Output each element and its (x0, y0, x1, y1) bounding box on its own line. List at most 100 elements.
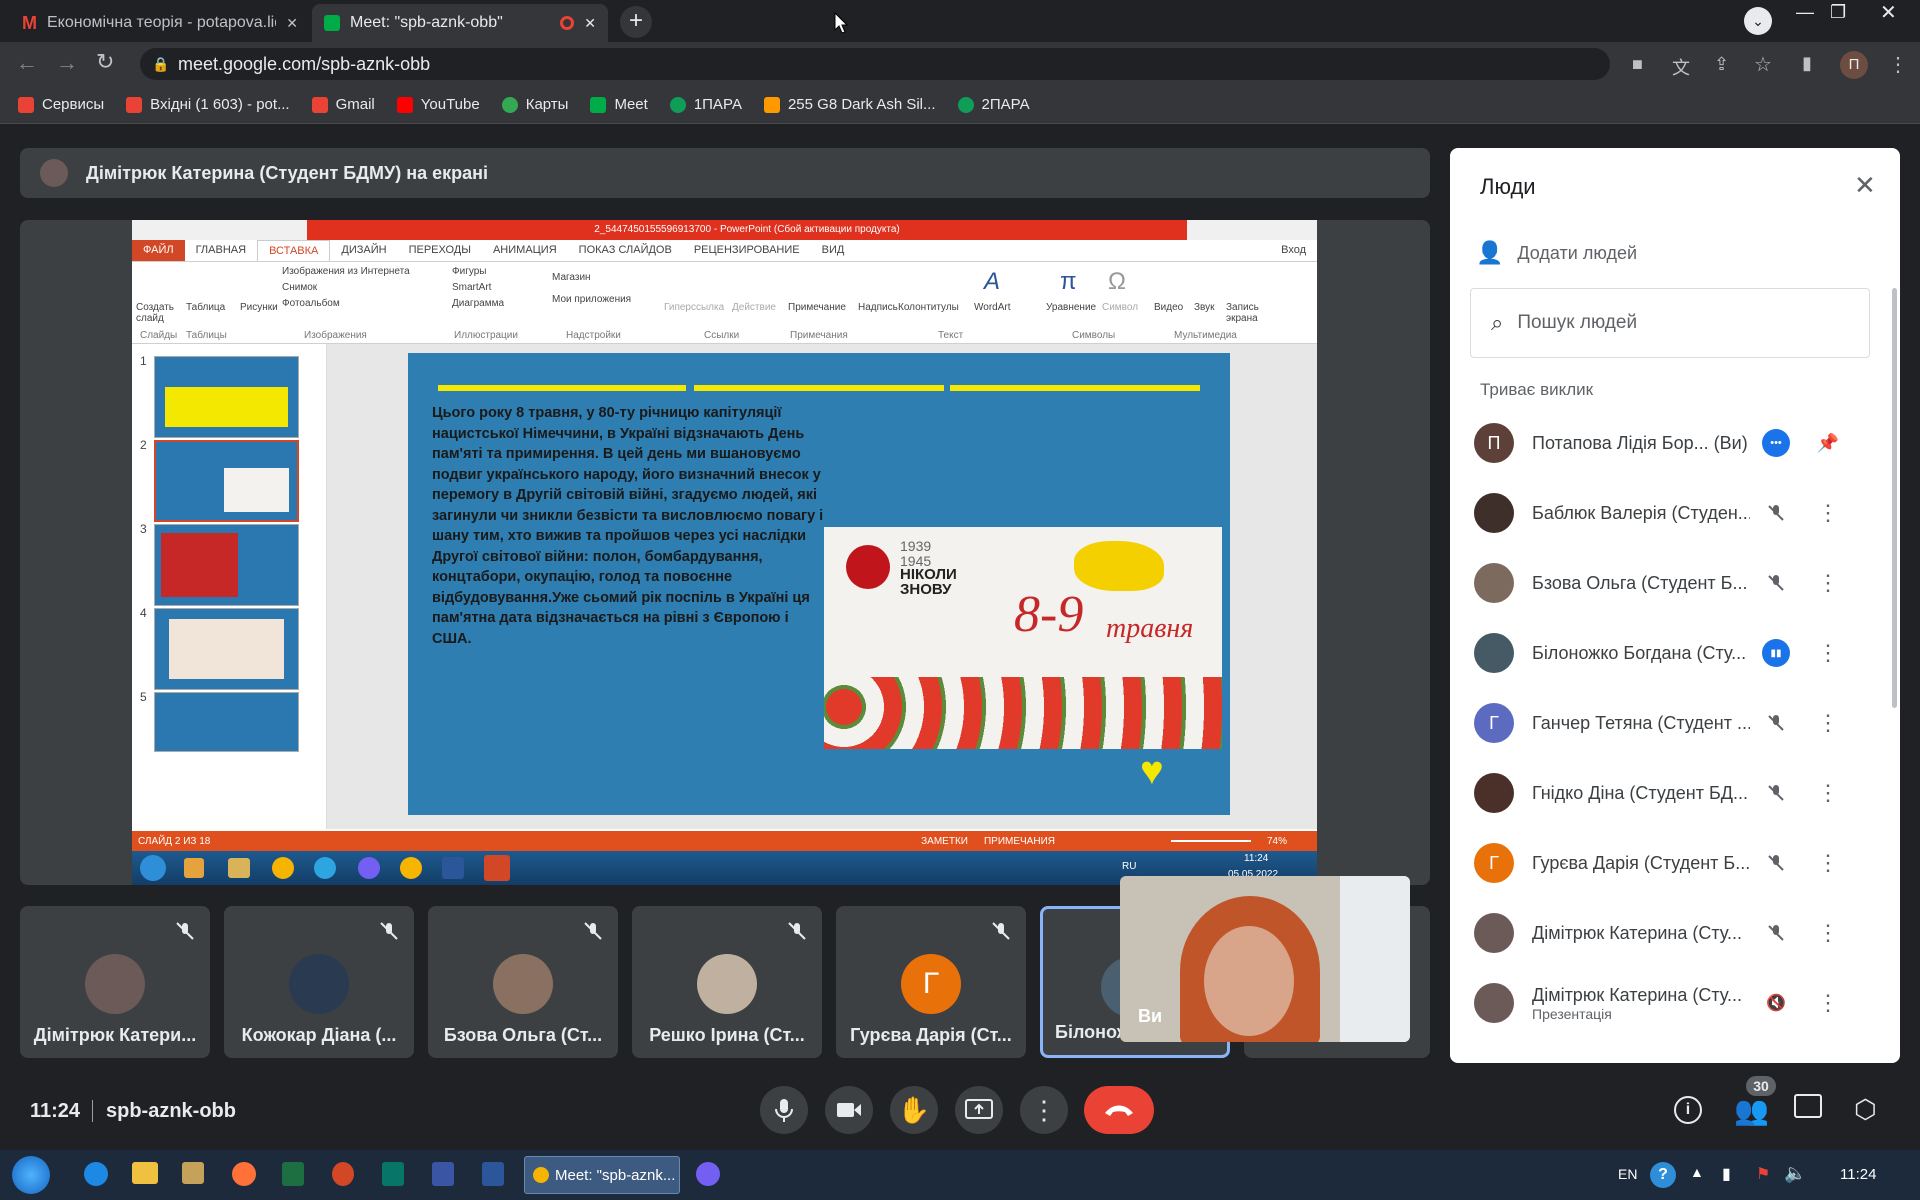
participant-tile[interactable]: Решко Ірина (Ст... (632, 906, 822, 1058)
ribbon-symbol[interactable]: Символ (1102, 302, 1138, 313)
excel-icon[interactable] (282, 1162, 304, 1186)
viber-icon[interactable] (696, 1162, 720, 1186)
camera-icon[interactable]: ■ (1632, 54, 1643, 75)
add-people-button[interactable]: 👤 Додати людей (1476, 240, 1637, 266)
menu-icon[interactable]: ⋮ (1888, 52, 1908, 77)
ppt-menu-transitions[interactable]: ПЕРЕХОДЫ (398, 240, 482, 261)
ribbon-video[interactable]: Видео (1154, 302, 1183, 313)
participant-tile[interactable]: Дімітрюк Катери... (20, 906, 210, 1058)
people-icon[interactable]: 👥 (1734, 1094, 1769, 1127)
panel-scrollbar[interactable] (1892, 288, 1897, 708)
bookmark-youtube[interactable]: YouTube (396, 96, 480, 113)
more-vert-icon[interactable]: ⋮ (1816, 990, 1840, 1016)
network-icon[interactable]: ▮ (1722, 1164, 1731, 1184)
publisher-icon[interactable] (382, 1162, 404, 1186)
participant-row[interactable]: Г Ганчер Тетяна (Студент ... ⋮ (1450, 688, 1900, 758)
more-vert-icon[interactable]: ⋮ (1816, 500, 1840, 526)
ppt-menu-home[interactable]: ГЛАВНАЯ (185, 240, 257, 261)
pin-icon[interactable]: 📌 (1816, 433, 1840, 454)
sidepanel-icon[interactable]: ▮ (1802, 53, 1812, 74)
ribbon-photo-album[interactable]: Фотоальбом (282, 298, 340, 309)
more-vert-icon[interactable]: ⋮ (1816, 920, 1840, 946)
forward-icon[interactable]: → (56, 50, 78, 76)
mic-button[interactable] (760, 1086, 808, 1134)
ribbon-screenshot[interactable]: Снимок (282, 282, 317, 293)
participant-tile[interactable]: Г Гурєва Дарія (Ст... (836, 906, 1026, 1058)
bookmark-gmail[interactable]: Gmail (311, 96, 375, 113)
bookmark-inbox[interactable]: Вхідні (1 603) - pot... (126, 96, 290, 113)
ribbon-online-pictures[interactable]: Изображения из Интернета (282, 266, 410, 277)
visio-icon[interactable] (432, 1162, 454, 1186)
powerpoint-icon[interactable] (332, 1162, 354, 1186)
tab-search-icon[interactable]: ⌄ (1744, 7, 1772, 35)
help-icon[interactable]: ? (1650, 1162, 1676, 1188)
ribbon-pictures[interactable]: Рисунки (240, 302, 278, 313)
ribbon-my-apps[interactable]: Мои приложения (552, 294, 631, 305)
more-vert-icon[interactable]: ⋮ (1816, 780, 1840, 806)
ppt-menu-slideshow[interactable]: ПОКАЗ СЛАЙДОВ (568, 240, 683, 261)
more-vert-icon[interactable]: ⋮ (1816, 850, 1840, 876)
more-vert-icon[interactable]: ⋮ (1816, 570, 1840, 596)
slide-thumbnail-5[interactable] (154, 692, 299, 752)
ribbon-equation[interactable]: Уравнение (1046, 302, 1096, 313)
bookmark-services[interactable]: Сервисы (18, 96, 104, 113)
chat-icon[interactable] (1794, 1094, 1822, 1118)
participant-row[interactable]: Г Гурєва Дарія (Студент Б... ⋮ (1450, 828, 1900, 898)
ribbon-screen-recording[interactable]: Запись экрана (1226, 302, 1266, 324)
media-player-icon[interactable] (182, 1162, 204, 1184)
tray-arrow-icon[interactable]: ▲ (1690, 1164, 1704, 1180)
ppt-menu-animation[interactable]: АНИМАЦИЯ (482, 240, 568, 261)
tab-economics[interactable]: M Економічна теорія - potapova.lid ✕ (10, 4, 310, 42)
star-icon[interactable]: ☆ (1754, 52, 1772, 77)
tab-meet[interactable]: Meet: "spb-aznk-obb" ✕ (312, 4, 608, 42)
ribbon-textbox[interactable]: Надпись (858, 302, 898, 313)
slide-body-text[interactable]: Цього року 8 травня, у 80-ту річницю кап… (432, 403, 832, 649)
ribbon-wordart[interactable]: WordArt (974, 302, 1011, 313)
participant-row[interactable]: Дімітрюк Катерина (Сту... Презентація 🔇 ⋮ (1450, 968, 1900, 1038)
ppt-menu-view[interactable]: ВИД (811, 240, 856, 261)
start-orb-icon[interactable] (12, 1156, 50, 1194)
present-button[interactable] (955, 1086, 1003, 1134)
participant-row[interactable]: Гнідко Діна (Студент БД... ⋮ (1450, 758, 1900, 828)
ppt-menu-insert[interactable]: ВСТАВКА (257, 240, 331, 261)
more-vert-icon[interactable]: ⋮ (1816, 710, 1840, 736)
zoom-slider[interactable] (1170, 840, 1251, 842)
url-text[interactable]: meet.google.com/spb-aznk-obb (178, 54, 430, 75)
participant-row[interactable]: Дімітрюк Катерина (Сту... ⋮ (1450, 898, 1900, 968)
participant-tile[interactable]: Бзова Ольга (Ст... (428, 906, 618, 1058)
close-icon[interactable]: ✕ (584, 15, 596, 32)
close-icon[interactable]: ✕ (1854, 170, 1876, 201)
participant-row[interactable]: П Потапова Лідія Бор... (Ви) ••• 📌 (1450, 408, 1900, 478)
ribbon-store[interactable]: Магазин (552, 272, 591, 283)
activities-icon[interactable]: ⬡ (1854, 1094, 1877, 1125)
ie-icon[interactable] (84, 1162, 108, 1186)
slide-thumbnail-1[interactable] (154, 356, 299, 438)
ribbon-header-footer[interactable]: Колонтитулы (898, 302, 959, 313)
ribbon-audio[interactable]: Звук (1194, 302, 1215, 313)
ribbon-comment[interactable]: Примечание (788, 302, 846, 313)
minimize-icon[interactable]: — (1796, 2, 1814, 23)
more-vert-icon[interactable]: ⋮ (1816, 640, 1840, 666)
ppt-menu-design[interactable]: ДИЗАЙН (330, 240, 397, 261)
input-language[interactable]: EN (1618, 1166, 1637, 1182)
share-icon[interactable]: ⇪ (1714, 54, 1729, 75)
volume-icon[interactable]: 🔈 (1784, 1163, 1806, 1184)
bookmark-meet[interactable]: Meet (590, 96, 648, 113)
ribbon-new-slide[interactable]: Создать слайд (136, 302, 176, 324)
bookmark-2para[interactable]: 2ПАРА (957, 96, 1030, 113)
end-call-button[interactable] (1084, 1086, 1154, 1134)
profile-avatar[interactable]: П (1840, 51, 1868, 79)
taskbar-active-window[interactable]: Meet: "spb-aznk... (524, 1156, 680, 1194)
comments-button[interactable]: ПРИМЕЧАНИЯ (984, 836, 1055, 847)
ppt-menu-file[interactable]: ФАЙЛ (132, 240, 185, 261)
explorer-icon[interactable] (132, 1162, 158, 1184)
close-icon[interactable]: ✕ (286, 15, 298, 32)
translate-icon[interactable]: 文 (1672, 54, 1690, 80)
ppt-signin[interactable]: Вход (1270, 240, 1317, 261)
self-view[interactable]: Ви (1120, 876, 1410, 1042)
info-icon[interactable]: i (1674, 1096, 1702, 1124)
ribbon-shapes[interactable]: Фигуры (452, 266, 486, 277)
ribbon-chart[interactable]: Диаграмма (452, 298, 504, 309)
ppt-menu-review[interactable]: РЕЦЕНЗИРОВАНИЕ (683, 240, 811, 261)
raise-hand-button[interactable]: ✋ (890, 1086, 938, 1134)
